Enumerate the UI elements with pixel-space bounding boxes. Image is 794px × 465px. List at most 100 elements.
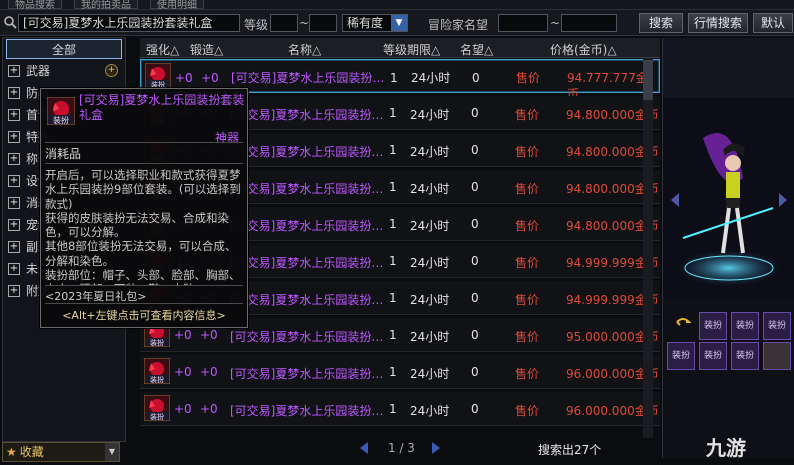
expand-icon[interactable]: + [8, 241, 20, 253]
category-label: 全部 [51, 43, 76, 57]
tooltip-grade: 神器 [214, 131, 239, 145]
level-min-input[interactable] [270, 14, 298, 32]
expand-icon[interactable]: + [8, 65, 20, 77]
item-reputation: 0 [471, 217, 479, 231]
scrollbar[interactable] [640, 58, 656, 438]
expand-icon[interactable]: + [8, 263, 20, 275]
tab-item-search[interactable]: 物品搜索 [8, 0, 62, 11]
item-duration: 24小时 [410, 367, 450, 381]
tab-strip: 物品搜索 我的拍卖品 使用明细 [0, 0, 794, 11]
item-level: 1 [389, 254, 397, 268]
icon-tag: 装扮 [150, 338, 164, 347]
search-icon [4, 16, 17, 29]
item-reputation: 0 [471, 180, 479, 194]
item-duration: 24小时 [410, 145, 450, 159]
equip-slot[interactable]: 装扮 [699, 342, 727, 370]
item-name: [可交易]夏梦水上乐园装扮… [230, 330, 384, 344]
tooltip-description: 开启后，可以选择职业和款式获得夏梦水上乐园装扮9部位套装。(可以选择到款式) 获… [45, 168, 241, 286]
item-level: 1 [389, 291, 397, 305]
item-reputation: 0 [471, 254, 479, 268]
item-name: [可交易]夏梦水上乐园装扮… [230, 293, 384, 307]
tab-usage-detail[interactable]: 使用明细 [150, 0, 204, 11]
magnify-plus-icon[interactable]: + [105, 64, 118, 77]
character-preview [663, 38, 794, 326]
table-row[interactable]: 装扮 +0 +0 [可交易]夏梦水上乐园装扮… 1 24小时 0 售价 96.000.000金币 [140, 355, 660, 389]
table-row[interactable]: 装扮 +0 +0 [可交易]夏梦水上乐园装扮… 1 24小时 0 售价 96.000.000金币 [140, 392, 660, 426]
item-duration: 24小时 [410, 256, 450, 270]
divider [45, 285, 243, 286]
price-type-label: 售价 [515, 293, 540, 307]
expand-icon[interactable]: + [8, 131, 20, 143]
icon-tag: 装扮 [150, 375, 164, 384]
search-bar: [可交易]夏梦水上乐园装扮套装礼盒 等级 ~ 稀有度 ▼ 冒险家名望 ~ 搜索 … [0, 10, 794, 36]
equip-slot[interactable]: 装扮 [731, 342, 759, 370]
equip-slot[interactable]: 装扮 [667, 342, 695, 370]
next-page-icon[interactable] [428, 441, 444, 455]
expand-icon[interactable]: + [8, 153, 20, 165]
expand-icon[interactable]: + [8, 197, 20, 209]
icon-tag: 装扮 [150, 412, 164, 421]
item-tooltip: 装扮 [可交易]夏梦水上乐园装扮套装礼盒 神器 消耗品 开启后，可以选择职业和款… [40, 88, 248, 328]
equip-slot[interactable]: 装扮 [731, 312, 759, 340]
item-reputation: 0 [471, 106, 479, 120]
reputation-max-input[interactable] [561, 14, 617, 32]
table-header: 强化△ 锻造△ 名称△ 等级期限△ 名望△ 价格(金币)△ [140, 38, 660, 58]
gift-box-icon: 装扮 [144, 358, 170, 384]
item-reputation: 0 [471, 143, 479, 157]
equip-slot[interactable]: 装扮 [763, 312, 791, 340]
equip-slot-skin[interactable] [763, 342, 791, 370]
item-level: 1 [390, 71, 398, 85]
equip-slot[interactable]: 装扮 [699, 312, 727, 340]
item-reputation: 0 [471, 365, 479, 379]
item-level: 1 [389, 143, 397, 157]
favorites-label: 收藏 [19, 445, 44, 459]
search-button[interactable]: 搜索 [639, 13, 683, 33]
tooltip-item-type: 消耗品 [45, 147, 82, 161]
category-all[interactable]: 全部 [6, 39, 122, 59]
item-level: 1 [389, 365, 397, 379]
item-level: 1 [389, 217, 397, 231]
expand-icon[interactable]: + [8, 87, 20, 99]
price-type-label: 售价 [515, 404, 540, 418]
header-price[interactable]: 价格(金币)△ [550, 41, 617, 58]
reputation-min-input[interactable] [498, 14, 548, 32]
item-name-input[interactable]: [可交易]夏梦水上乐园装扮套装礼盒 [18, 14, 240, 32]
icon-tag: 装扮 [53, 115, 69, 125]
expand-icon[interactable]: + [8, 109, 20, 121]
item-name: [可交易]夏梦水上乐园装扮… [230, 367, 384, 381]
category-weapon[interactable]: + 武器 + [6, 61, 122, 81]
item-reputation: 0 [471, 291, 479, 305]
level-label: 等级 [244, 18, 269, 32]
forge-value: +0 [201, 71, 219, 85]
default-button[interactable]: 默认 [753, 13, 793, 33]
expand-icon[interactable]: + [8, 219, 20, 231]
header-forge[interactable]: 锻造△ [190, 41, 223, 58]
reputation-separator: ~ [550, 16, 561, 30]
header-level-duration[interactable]: 等级期限△ [383, 41, 440, 58]
market-search-button[interactable]: 行情搜索 [688, 13, 748, 33]
watermark-logo: 九游 [706, 436, 746, 460]
price-type-label: 售价 [515, 145, 540, 159]
price-type-label: 售价 [515, 367, 540, 381]
item-reputation: 0 [471, 328, 479, 342]
level-max-input[interactable] [309, 14, 337, 32]
header-name[interactable]: 名称△ [288, 41, 321, 58]
header-enhance[interactable]: 强化△ [146, 41, 179, 58]
forge-value: +0 [200, 328, 218, 342]
chevron-down-icon[interactable]: ▼ [105, 443, 119, 461]
character-preview-panel: 装扮 装扮 装扮 装扮 装扮 装扮 [662, 38, 794, 458]
rarity-select[interactable]: 稀有度 ▼ [342, 14, 408, 32]
item-name: [可交易]夏梦水上乐园装扮… [230, 108, 384, 122]
tab-my-auctions[interactable]: 我的拍卖品 [74, 0, 138, 11]
item-duration: 24小时 [410, 404, 450, 418]
header-reputation[interactable]: 名望△ [460, 41, 493, 58]
tooltip-item-name: [可交易]夏梦水上乐园装扮套装礼盒 [79, 93, 245, 122]
price-type-label: 售价 [515, 219, 540, 233]
prev-page-icon[interactable] [356, 441, 372, 455]
expand-icon[interactable]: + [8, 285, 20, 297]
gift-box-icon: 装扮 [144, 395, 170, 421]
favorites-button[interactable]: ★ 收藏 ▼ [2, 442, 120, 462]
item-level: 1 [389, 402, 397, 416]
expand-icon[interactable]: + [8, 175, 20, 187]
price-type-label: 售价 [515, 108, 540, 122]
